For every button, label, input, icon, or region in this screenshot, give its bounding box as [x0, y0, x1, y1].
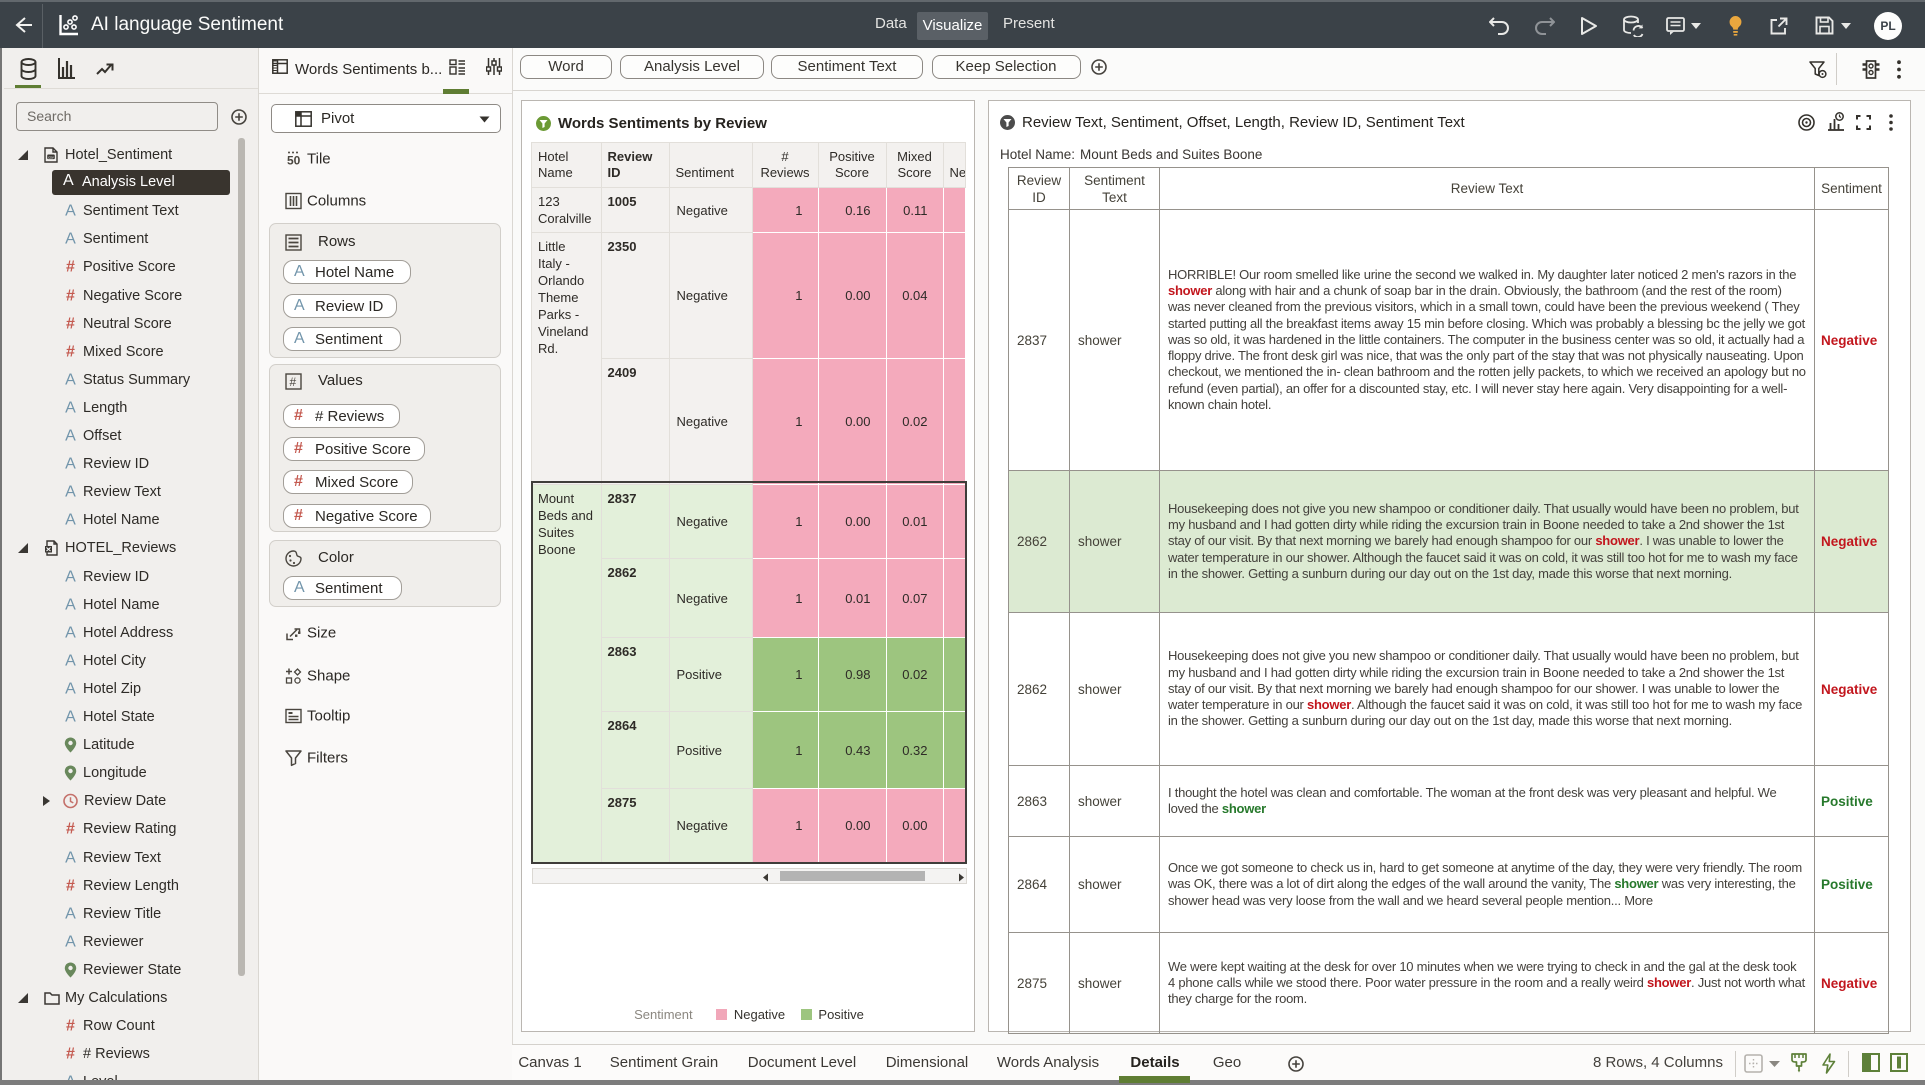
svg-text:50: 50 [287, 154, 301, 168]
svg-text:#: # [290, 375, 297, 389]
svg-text:csv: csv [48, 155, 54, 159]
